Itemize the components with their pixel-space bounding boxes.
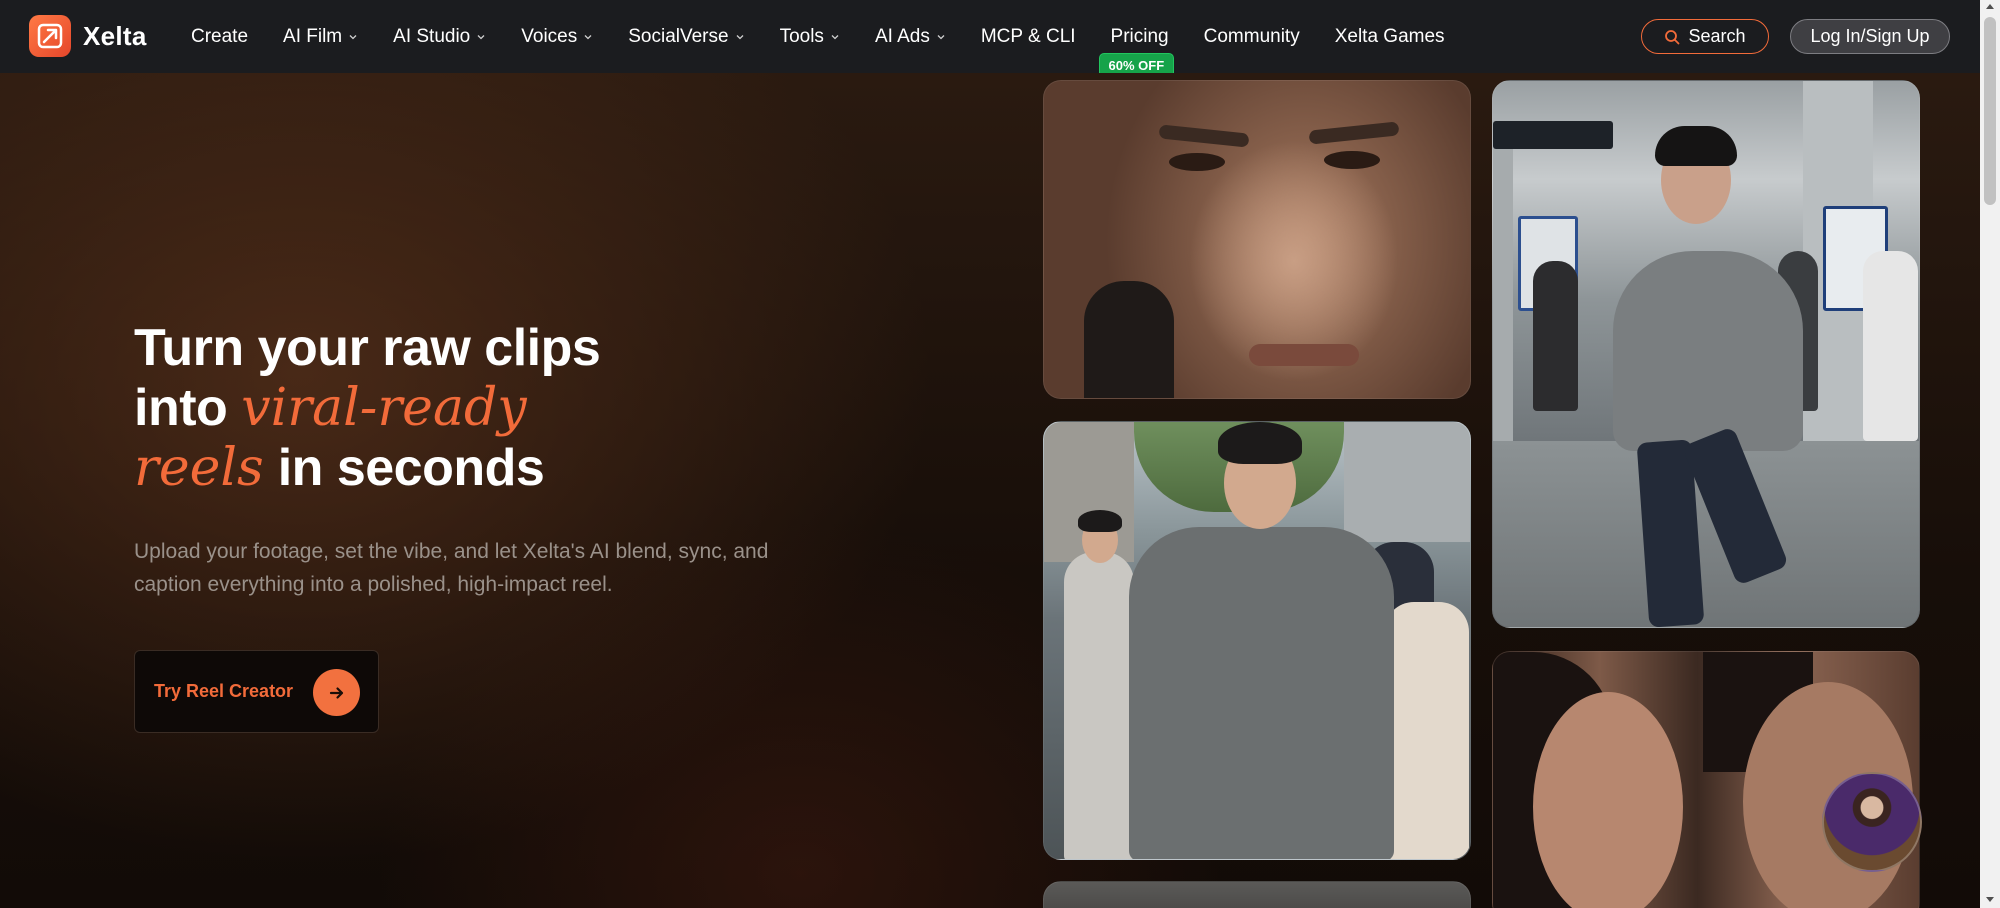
pedestrian <box>1064 552 1134 859</box>
search-icon <box>1665 29 1680 44</box>
nav-item-label: SocialVerse <box>628 25 729 47</box>
nav-item-label: AI Studio <box>393 25 471 47</box>
nav-item-create[interactable]: Create <box>191 26 248 48</box>
hair <box>1655 126 1737 166</box>
chevron-down-icon <box>937 34 945 39</box>
pedestrian <box>1384 602 1469 859</box>
eyebrow <box>1308 121 1400 145</box>
background-person <box>1533 261 1578 411</box>
background-person <box>1084 281 1174 398</box>
top-navigation-bar: Xelta Create AI Film AI Studio Voices So… <box>0 0 1980 78</box>
nav-item-label: Voices <box>521 25 578 47</box>
nav-item-label: MCP & CLI <box>980 25 1076 47</box>
headline-accent-2: reels <box>134 438 264 498</box>
signboard <box>1493 121 1613 149</box>
scroll-up-arrow-icon[interactable] <box>1986 4 1994 9</box>
assistant-avatar-button[interactable] <box>1822 772 1922 872</box>
face <box>1533 692 1683 908</box>
nav-item-ai-film[interactable]: AI Film <box>283 26 358 48</box>
xelta-logo-icon <box>29 15 71 57</box>
chevron-down-icon <box>349 34 357 39</box>
chevron-down-icon <box>736 34 744 39</box>
headline-accent-1: viral-ready <box>241 378 527 438</box>
search-button[interactable]: Search <box>1641 19 1769 54</box>
nav-item-label: AI Ads <box>874 25 930 47</box>
chevron-down-icon <box>831 34 839 39</box>
eye <box>1324 151 1380 169</box>
nav-item-voices[interactable]: Voices <box>521 26 593 48</box>
eye <box>1169 153 1225 171</box>
nav-item-xelta-games[interactable]: Xelta Games <box>1335 26 1445 48</box>
building <box>1344 422 1470 542</box>
nav-item-socialverse[interactable]: SocialVerse <box>628 26 744 48</box>
pillar <box>1493 121 1513 441</box>
nav-item-label: Xelta Games <box>1334 25 1445 47</box>
scroll-down-arrow-icon[interactable] <box>1986 897 1994 902</box>
headline-line-3-suffix: in seconds <box>277 439 545 497</box>
try-reel-creator-button[interactable]: Try Reel Creator <box>134 650 379 733</box>
page-scrollbar[interactable] <box>1980 0 2000 908</box>
hero-headline: Turn your raw clips into viral-ready ree… <box>134 318 834 498</box>
headline-line-1: Turn your raw clips <box>134 319 601 377</box>
scrollbar-thumb[interactable] <box>1984 17 1996 205</box>
nav-item-label: Tools <box>779 25 824 47</box>
hair <box>1078 510 1122 532</box>
brand-logo[interactable]: Xelta <box>29 15 147 57</box>
login-signup-button[interactable]: Log In/Sign Up <box>1790 19 1950 54</box>
hair <box>1218 422 1302 464</box>
gallery-image-subway-run[interactable] <box>1492 80 1920 628</box>
gallery-image-partial[interactable] <box>1043 881 1471 908</box>
brand-name: Xelta <box>83 20 147 51</box>
cta-label: Try Reel Creator <box>154 681 294 701</box>
gallery-image-street-walk[interactable] <box>1043 421 1471 860</box>
nav-item-label: Create <box>191 25 249 47</box>
hoodie <box>1613 251 1803 451</box>
nav-item-tools[interactable]: Tools <box>780 26 840 48</box>
search-button-label: Search <box>1688 26 1746 46</box>
eyebrow <box>1158 124 1250 148</box>
nav-menu: Create AI Film AI Studio Voices SocialVe… <box>191 0 1480 78</box>
nav-item-ai-studio[interactable]: AI Studio <box>393 26 486 48</box>
hero-subtext: Upload your footage, set the vibe, and l… <box>134 540 769 596</box>
nav-item-label: AI Film <box>283 25 343 47</box>
background-person <box>1863 251 1918 441</box>
nav-item-pricing[interactable]: Pricing 60% OFF <box>1098 25 1175 78</box>
chevron-down-icon <box>477 34 485 39</box>
gallery-image-closeup-face[interactable] <box>1043 80 1471 399</box>
chevron-down-icon <box>584 34 592 39</box>
headline-line-2-prefix: into <box>134 379 228 437</box>
arrow-right-icon <box>313 669 360 716</box>
mouth <box>1249 344 1359 366</box>
nav-item-label: Community <box>1203 25 1300 47</box>
nav-item-mcp-cli[interactable]: MCP & CLI <box>981 26 1076 48</box>
hoodie <box>1129 527 1394 859</box>
nav-item-community[interactable]: Community <box>1204 26 1300 48</box>
nav-item-label: Pricing <box>1110 25 1169 47</box>
nav-item-ai-ads[interactable]: AI Ads <box>875 26 946 48</box>
